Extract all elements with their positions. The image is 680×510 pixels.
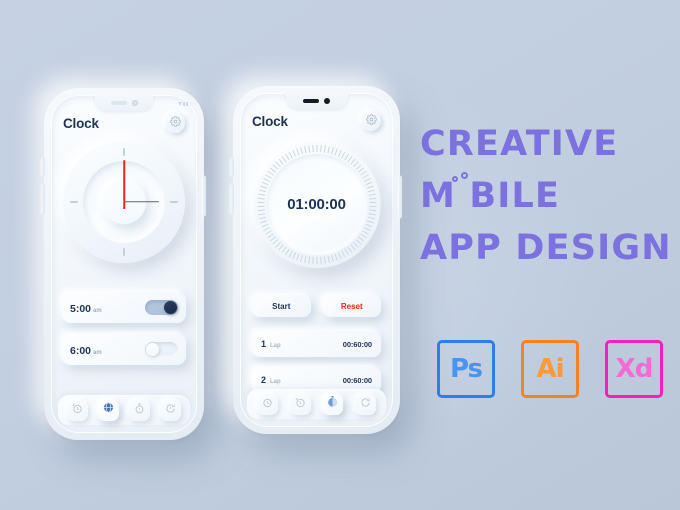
stopwatch-face: 01:00:00 (266, 154, 367, 255)
earpiece-speaker-icon (303, 99, 319, 103)
settings-button[interactable] (165, 113, 185, 133)
page-title: Clock (252, 113, 288, 129)
toggle-knob (146, 343, 159, 356)
page-title: Clock (63, 115, 99, 131)
stopwatch-controls: Start Reset (252, 295, 381, 317)
headline-line-2-text: M BILE (420, 176, 561, 216)
reset-button[interactable]: Reset (322, 295, 381, 317)
stopwatch-dial[interactable]: 01:00:00 (253, 141, 380, 268)
phone-mockup-alarm: Clock 5:00 am 6:00 am (42, 88, 206, 440)
phone-mockup-stopwatch: Clock 01:00:00 Start Reset 1 Lap 00:60:0… (231, 86, 402, 434)
alarm-row[interactable]: 6:00 am (62, 334, 186, 365)
front-camera-icon (131, 100, 138, 106)
alarm-row[interactable]: 5:00 am (62, 292, 186, 323)
globe-clock-icon (295, 395, 306, 413)
lap-list: 1 Lap 00:60:00 2 Lap 00:60:00 (252, 331, 381, 393)
nav-item-alarm[interactable] (67, 399, 88, 421)
stopwatch-icon (134, 401, 145, 419)
clock-tick-6 (123, 248, 125, 256)
nav-item-stopwatch[interactable] (322, 393, 344, 415)
stopwatch-time-display: 01:00:00 (287, 196, 346, 213)
phone-volume-down-button[interactable] (231, 184, 234, 214)
battery-icon (186, 102, 188, 106)
bubble-accent-icon (450, 172, 476, 186)
phone-screen-stopwatch: Clock 01:00:00 Start Reset 1 Lap 00:60:0… (240, 93, 393, 427)
alarm-time: 6:00 (70, 344, 92, 357)
nav-item-timer[interactable] (160, 399, 181, 421)
phone-volume-up-button[interactable] (231, 158, 234, 176)
globe-clock-icon (102, 401, 115, 419)
lap-number: 2 (261, 375, 267, 385)
alarm-time: 5:00 (70, 302, 92, 315)
gear-icon (169, 114, 181, 132)
photoshop-badge[interactable]: Ps (437, 340, 495, 398)
nav-item-alarm[interactable] (256, 393, 278, 415)
analog-clock (63, 141, 185, 263)
lap-row[interactable]: 1 Lap 00:60:00 (252, 331, 381, 357)
phone-power-button[interactable] (399, 176, 402, 218)
lap-number: 1 (261, 339, 267, 349)
phone-notch (285, 93, 348, 109)
lap-word: Lap (270, 343, 281, 349)
nav-item-world-clock[interactable] (98, 399, 119, 421)
clock-tick-9 (70, 201, 78, 203)
phone-power-button[interactable] (203, 176, 206, 216)
lap-time: 00:60:00 (342, 375, 372, 385)
nav-item-timer[interactable] (355, 393, 377, 415)
timer-icon (360, 395, 371, 413)
phone-notch (95, 95, 153, 111)
lap-time: 00:60:00 (342, 339, 372, 349)
bottom-navigation-stopwatch (247, 389, 386, 419)
settings-button[interactable] (361, 111, 381, 131)
poster-canvas: Clock 5:00 am 6:00 am Clock 01:00:00 Sta… (0, 0, 680, 510)
lap-label-group: 2 Lap (261, 375, 281, 385)
alarm-time-group: 5:00 am (70, 299, 102, 317)
alarm-meridiem: am (93, 307, 102, 314)
nav-item-stopwatch[interactable] (129, 399, 150, 421)
lap-word: Lap (270, 379, 281, 385)
phone-volume-down-button[interactable] (42, 184, 45, 214)
bottom-navigation-alarm (58, 395, 190, 425)
illustrator-badge[interactable]: Ai (521, 340, 579, 398)
front-camera-icon (324, 98, 330, 104)
alarm-clock-icon (72, 401, 83, 419)
xd-badge[interactable]: Xd (605, 340, 663, 398)
clock-tick-3 (170, 201, 178, 203)
timer-icon (165, 401, 176, 419)
signal-icon (177, 102, 182, 106)
clock-second-hand (123, 160, 125, 202)
screen-header-stopwatch: Clock (240, 111, 393, 131)
alarm-toggle[interactable] (145, 300, 178, 315)
clock-second-hand-tail (123, 202, 125, 209)
screen-header-alarm: Clock (51, 113, 197, 133)
alarm-meridiem: am (93, 349, 102, 356)
alarm-list: 5:00 am 6:00 am (62, 292, 186, 365)
phone-volume-up-button[interactable] (42, 158, 45, 176)
alarm-time-group: 6:00 am (70, 341, 102, 359)
start-button[interactable]: Start (252, 295, 311, 317)
nav-item-world-clock[interactable] (289, 393, 311, 415)
stopwatch-icon (326, 395, 339, 413)
earpiece-speaker-icon (110, 101, 127, 105)
clock-tick-12 (123, 148, 125, 156)
phone-screen-alarm: Clock 5:00 am 6:00 am (51, 95, 197, 433)
headline-block: CREATIVE M BILE APP DESIGN (420, 118, 672, 274)
headline-line-2: M BILE (420, 170, 672, 222)
headline-line-1: CREATIVE (420, 124, 619, 164)
alarm-toggle[interactable] (145, 342, 178, 357)
software-badges: Ps Ai Xd (437, 340, 663, 398)
lap-label-group: 1 Lap (261, 339, 281, 349)
wifi-icon (183, 102, 185, 106)
toggle-knob (164, 301, 177, 314)
headline-line-3: APP DESIGN (420, 228, 672, 268)
gear-icon (365, 112, 377, 130)
status-bar-indicators (177, 98, 188, 110)
alarm-clock-icon (262, 395, 273, 413)
